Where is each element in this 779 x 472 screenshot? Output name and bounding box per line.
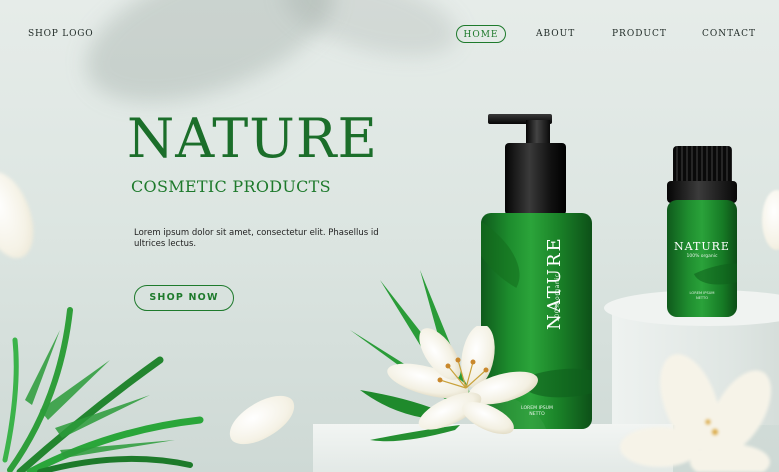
- lily-flower-icon: [387, 326, 538, 435]
- palm-leaf-icon: [2, 307, 204, 472]
- nav-home[interactable]: HOME: [456, 25, 506, 43]
- vial-small-text: LOREM IPSUM NETTO: [667, 291, 737, 301]
- landing-page: SHOP LOGO HOME ABOUT PRODUCT CONTACT NAT…: [0, 0, 779, 472]
- nav-product[interactable]: PRODUCT: [612, 29, 667, 39]
- vial-small-line2: NETTO: [695, 296, 709, 300]
- hero-subtitle: COSMETIC PRODUCTS: [131, 177, 331, 196]
- hero-title: NATURE: [127, 107, 378, 170]
- shop-logo[interactable]: SHOP LOGO: [28, 29, 93, 39]
- pump-collar: [505, 143, 566, 215]
- petal-icon: [221, 388, 303, 452]
- nav-contact[interactable]: CONTACT: [702, 29, 756, 39]
- petal-icon: [762, 190, 779, 250]
- leaf-icon: [481, 218, 537, 288]
- vial-brand: NATURE: [674, 240, 730, 253]
- petal-icon: [0, 164, 44, 266]
- nav-about[interactable]: ABOUT: [536, 29, 575, 39]
- vial-tagline: 100% organic: [686, 254, 718, 259]
- bottle-tagline: 100% organic: [554, 273, 561, 322]
- blurred-lily-icon: [620, 354, 771, 472]
- hero-description: Lorem ipsum dolor sit amet, consectetur …: [134, 228, 379, 249]
